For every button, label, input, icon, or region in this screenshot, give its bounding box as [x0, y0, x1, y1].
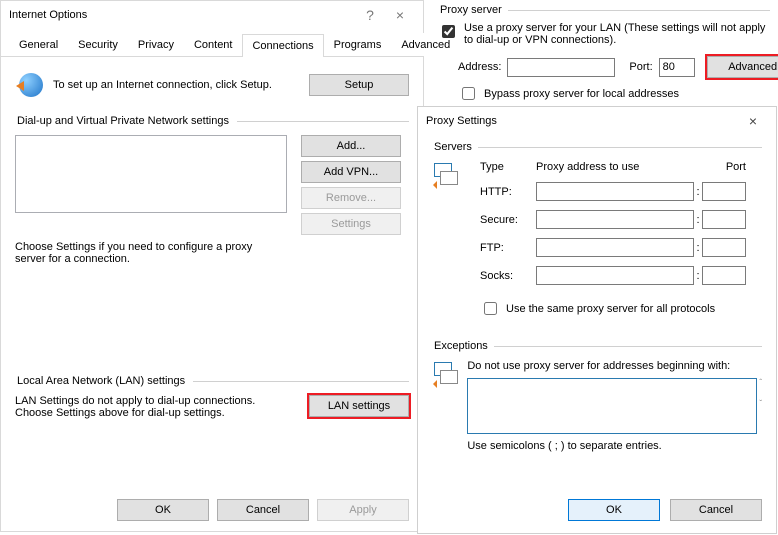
remove-button[interactable]: Remove...: [301, 187, 401, 209]
add-button[interactable]: Add...: [301, 135, 401, 157]
add-vpn-button[interactable]: Add VPN...: [301, 161, 401, 183]
ftp-label: FTP:: [480, 242, 536, 254]
io-cancel-button[interactable]: Cancel: [217, 499, 309, 521]
port-label: Port:: [629, 61, 652, 73]
scrollbar-icon[interactable]: ˆˇ: [759, 378, 762, 434]
dialup-listbox[interactable]: [15, 135, 287, 213]
lan-settings-button[interactable]: LAN settings: [309, 395, 409, 417]
bypass-checkbox[interactable]: [462, 87, 475, 100]
dialup-settings-button[interactable]: Settings: [301, 213, 401, 235]
secure-addr-input[interactable]: [536, 210, 694, 229]
proxy-settings-titlebar: Proxy Settings ×: [418, 107, 776, 135]
use-proxy-label: Use a proxy server for your LAN (These s…: [464, 22, 770, 46]
semicolon-hint: Use semicolons ( ; ) to separate entries…: [467, 440, 762, 452]
tab-security[interactable]: Security: [68, 33, 128, 56]
proxy-settings-title: Proxy Settings: [426, 115, 738, 127]
use-proxy-checkbox[interactable]: [442, 25, 455, 38]
help-icon[interactable]: ?: [355, 1, 385, 29]
proxy-server-group-label: Proxy server: [438, 4, 504, 16]
exceptions-group-label: Exceptions: [432, 340, 490, 352]
http-port-input[interactable]: [702, 182, 746, 201]
col-port: Port: [702, 161, 746, 173]
exceptions-text: Do not use proxy server for addresses be…: [467, 360, 762, 372]
proxy-server-fragment: Proxy server Use a proxy server for your…: [424, 0, 778, 106]
tab-connections[interactable]: Connections: [242, 34, 323, 57]
internet-options-titlebar: Internet Options ? ×: [1, 1, 423, 29]
secure-port-input[interactable]: [702, 210, 746, 229]
col-addr: Proxy address to use: [536, 161, 694, 173]
io-ok-button[interactable]: OK: [117, 499, 209, 521]
servers-group-label: Servers: [432, 141, 474, 153]
ps-cancel-button[interactable]: Cancel: [670, 499, 762, 521]
tabs: General Security Privacy Content Connect…: [1, 29, 423, 57]
ftp-port-input[interactable]: [702, 238, 746, 257]
setup-button[interactable]: Setup: [309, 74, 409, 96]
tab-privacy[interactable]: Privacy: [128, 33, 184, 56]
secure-label: Secure:: [480, 214, 536, 226]
internet-options-title: Internet Options: [9, 1, 355, 29]
dialup-group-label: Dial-up and Virtual Private Network sett…: [15, 115, 231, 127]
http-addr-input[interactable]: [536, 182, 694, 201]
ps-close-icon[interactable]: ×: [738, 113, 768, 129]
setup-text: To set up an Internet connection, click …: [53, 79, 309, 91]
col-type: Type: [480, 161, 536, 173]
address-label: Address:: [458, 61, 501, 73]
ps-ok-button[interactable]: OK: [568, 499, 660, 521]
lan-group-label: Local Area Network (LAN) settings: [15, 375, 187, 387]
bypass-label: Bypass proxy server for local addresses: [484, 88, 679, 100]
close-icon[interactable]: ×: [385, 1, 415, 29]
same-proxy-checkbox[interactable]: [484, 302, 497, 315]
tab-programs[interactable]: Programs: [324, 33, 392, 56]
exceptions-textarea[interactable]: [467, 378, 757, 434]
advanced-button[interactable]: Advanced: [707, 56, 778, 78]
tab-general[interactable]: General: [9, 33, 68, 56]
address-input[interactable]: [507, 58, 615, 77]
choose-settings-text: Choose Settings if you need to configure…: [15, 241, 275, 265]
socks-addr-input[interactable]: [536, 266, 694, 285]
lan-text: LAN Settings do not apply to dial-up con…: [15, 395, 275, 419]
internet-options-window: Internet Options ? × General Security Pr…: [0, 0, 424, 532]
io-apply-button[interactable]: Apply: [317, 499, 409, 521]
proxy-settings-window: Proxy Settings × Servers Type Proxy addr…: [417, 106, 777, 534]
port-input[interactable]: [659, 58, 695, 77]
exceptions-icon: [432, 360, 457, 388]
socks-label: Socks:: [480, 270, 536, 282]
globe-icon: [19, 73, 43, 97]
socks-port-input[interactable]: [702, 266, 746, 285]
ftp-addr-input[interactable]: [536, 238, 694, 257]
http-label: HTTP:: [480, 186, 536, 198]
servers-icon: [432, 161, 460, 189]
same-proxy-label: Use the same proxy server for all protoc…: [506, 303, 715, 315]
tab-content[interactable]: Content: [184, 33, 243, 56]
